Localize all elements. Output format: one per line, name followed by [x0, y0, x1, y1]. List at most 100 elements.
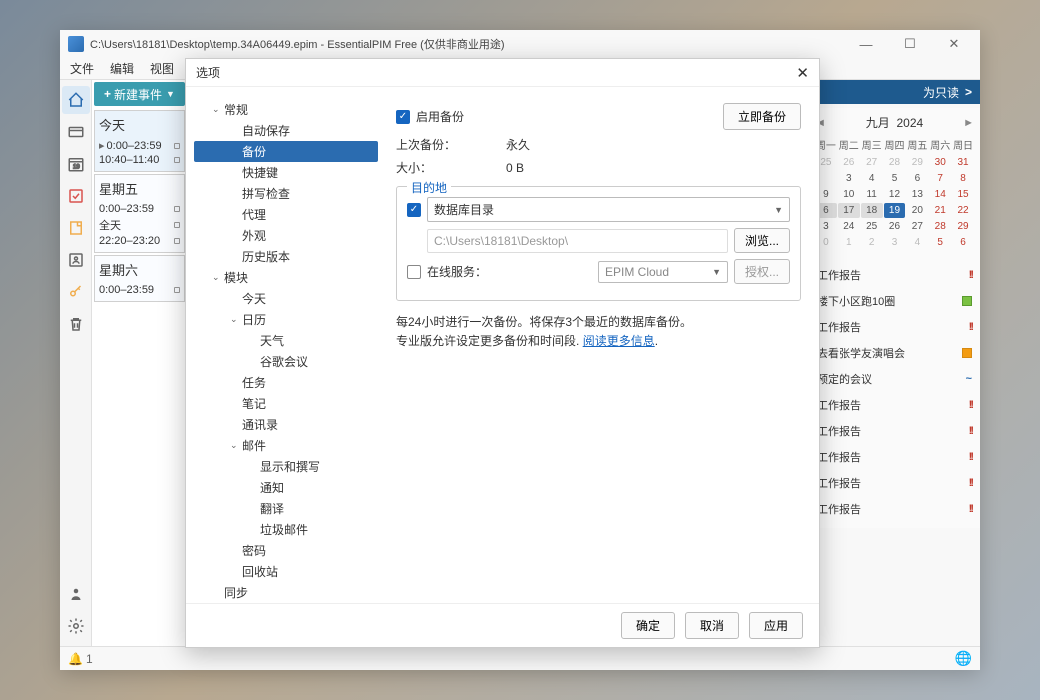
event-checkbox[interactable] — [174, 222, 180, 228]
cal-next[interactable]: ► — [963, 117, 974, 129]
task-item[interactable]: 去看张学友演唱会 — [815, 340, 974, 366]
cal-day[interactable]: 25 — [861, 219, 883, 234]
read-more-link[interactable]: 阅读更多信息 — [583, 334, 655, 348]
menu-item[interactable]: 编辑 — [102, 58, 142, 79]
card-icon[interactable] — [62, 118, 90, 146]
dialog-close-icon[interactable]: ✕ — [796, 64, 809, 82]
event-row[interactable]: 22:20–23:20 — [99, 234, 180, 248]
task-item[interactable]: 工作报告!! — [815, 418, 974, 444]
tree-node[interactable]: 回收站 — [194, 561, 378, 582]
cal-day[interactable]: 3 — [838, 171, 860, 186]
tree-node[interactable]: 垃圾邮件 — [194, 519, 378, 540]
event-row[interactable]: 全天 — [99, 216, 180, 234]
note-icon[interactable] — [62, 214, 90, 242]
tree-node[interactable]: 笔记 — [194, 393, 378, 414]
tree-node[interactable]: 拼写检查 — [194, 183, 378, 204]
bell-icon[interactable]: 🔔 1 — [68, 652, 93, 666]
tree-node[interactable]: ⌄常规 — [194, 99, 378, 120]
cal-day[interactable]: 6 — [906, 171, 928, 186]
cal-day[interactable]: 5 — [884, 171, 906, 186]
new-event-button[interactable]: +新建事件▼ — [94, 82, 185, 106]
cal-day[interactable]: 10 — [838, 187, 860, 202]
task-item[interactable]: 工作报告!! — [815, 262, 974, 288]
task-item[interactable]: 工作报告!! — [815, 496, 974, 522]
tree-node[interactable]: 外观 — [194, 225, 378, 246]
cal-day[interactable]: 13 — [906, 187, 928, 202]
event-checkbox[interactable] — [174, 143, 180, 149]
cal-day[interactable]: 1 — [838, 235, 860, 250]
tree-node[interactable]: 代理 — [194, 204, 378, 225]
cal-day[interactable]: 14 — [929, 187, 951, 202]
online-service-checkbox[interactable] — [407, 265, 421, 279]
maximize-button[interactable]: ☐ — [892, 32, 928, 56]
task-item[interactable]: 预定的会议~ — [815, 366, 974, 392]
cal-day[interactable]: 28 — [929, 219, 951, 234]
tree-node[interactable]: 快捷键 — [194, 162, 378, 183]
cal-day[interactable]: 12 — [884, 187, 906, 202]
dest-select[interactable]: 数据库目录▼ — [427, 197, 790, 222]
tree-node[interactable]: 通讯录 — [194, 414, 378, 435]
cal-day[interactable]: 18 — [861, 203, 883, 218]
tree-node[interactable]: 天气 — [194, 330, 378, 351]
tree-node[interactable]: 自动保存 — [194, 120, 378, 141]
dest-path-input[interactable]: C:\Users\18181\Desktop\ — [427, 229, 728, 253]
cal-day[interactable]: 21 — [929, 203, 951, 218]
tree-node[interactable]: 今天 — [194, 288, 378, 309]
ok-button[interactable]: 确定 — [621, 612, 675, 639]
cal-day[interactable]: 22 — [952, 203, 974, 218]
cal-day[interactable]: 4 — [861, 171, 883, 186]
tree-node[interactable]: ⌄邮件 — [194, 435, 378, 456]
tree-node[interactable]: 备份 — [194, 141, 378, 162]
auth-button[interactable]: 授权... — [734, 259, 790, 284]
cal-day[interactable]: 26 — [884, 219, 906, 234]
user-icon[interactable] — [62, 580, 90, 608]
home-icon[interactable] — [62, 86, 90, 114]
cal-day[interactable]: 31 — [952, 155, 974, 170]
backup-now-button[interactable]: 立即备份 — [723, 103, 801, 130]
task-item[interactable]: 工作报告!! — [815, 314, 974, 340]
event-checkbox[interactable] — [174, 206, 180, 212]
event-row[interactable]: 0:00–23:59 — [99, 202, 180, 216]
browse-button[interactable]: 浏览... — [734, 228, 790, 253]
contacts-icon[interactable] — [62, 246, 90, 274]
event-row[interactable]: ▸0:00–23:59 — [99, 138, 180, 153]
cal-day[interactable]: 5 — [929, 235, 951, 250]
event-checkbox[interactable] — [174, 157, 180, 163]
tree-node[interactable]: 翻译 — [194, 498, 378, 519]
cal-day[interactable]: 11 — [861, 187, 883, 202]
event-row[interactable]: 0:00–23:59 — [99, 283, 180, 297]
cal-day[interactable]: 27 — [861, 155, 883, 170]
task-item[interactable]: 楼下小区跑10圈 — [815, 288, 974, 314]
menu-item[interactable]: 文件 — [62, 58, 102, 79]
cal-day[interactable]: 28 — [884, 155, 906, 170]
key-icon[interactable] — [62, 278, 90, 306]
task-item[interactable]: 工作报告!! — [815, 470, 974, 496]
cal-day[interactable]: 26 — [838, 155, 860, 170]
tree-node[interactable]: 通知 — [194, 477, 378, 498]
cal-day[interactable]: 6 — [952, 235, 974, 250]
dest-local-checkbox[interactable] — [407, 203, 421, 217]
task-item[interactable]: 工作报告!! — [815, 444, 974, 470]
check-icon[interactable] — [62, 182, 90, 210]
cal-day[interactable]: 3 — [884, 235, 906, 250]
cal-day[interactable]: 20 — [906, 203, 928, 218]
event-checkbox[interactable] — [174, 287, 180, 293]
cal-day[interactable]: 17 — [838, 203, 860, 218]
tree-node[interactable]: 密码 — [194, 540, 378, 561]
cal-day[interactable]: 29 — [952, 219, 974, 234]
apply-button[interactable]: 应用 — [749, 612, 803, 639]
task-item[interactable]: 工作报告!! — [815, 392, 974, 418]
minimize-button[interactable]: — — [848, 32, 884, 56]
cal-day[interactable]: 15 — [952, 187, 974, 202]
menu-item[interactable]: 视图 — [142, 58, 182, 79]
cal-day[interactable]: 7 — [929, 171, 951, 186]
close-button[interactable]: ✕ — [936, 32, 972, 56]
tree-node[interactable]: 显示和撰写 — [194, 456, 378, 477]
cal-day[interactable]: 4 — [906, 235, 928, 250]
cal-day[interactable]: 29 — [906, 155, 928, 170]
enable-backup-checkbox[interactable] — [396, 110, 410, 124]
trash-icon[interactable] — [62, 310, 90, 338]
tree-node[interactable]: 同步 — [194, 582, 378, 603]
cal-day[interactable]: 19 — [884, 203, 906, 218]
event-checkbox[interactable] — [174, 238, 180, 244]
